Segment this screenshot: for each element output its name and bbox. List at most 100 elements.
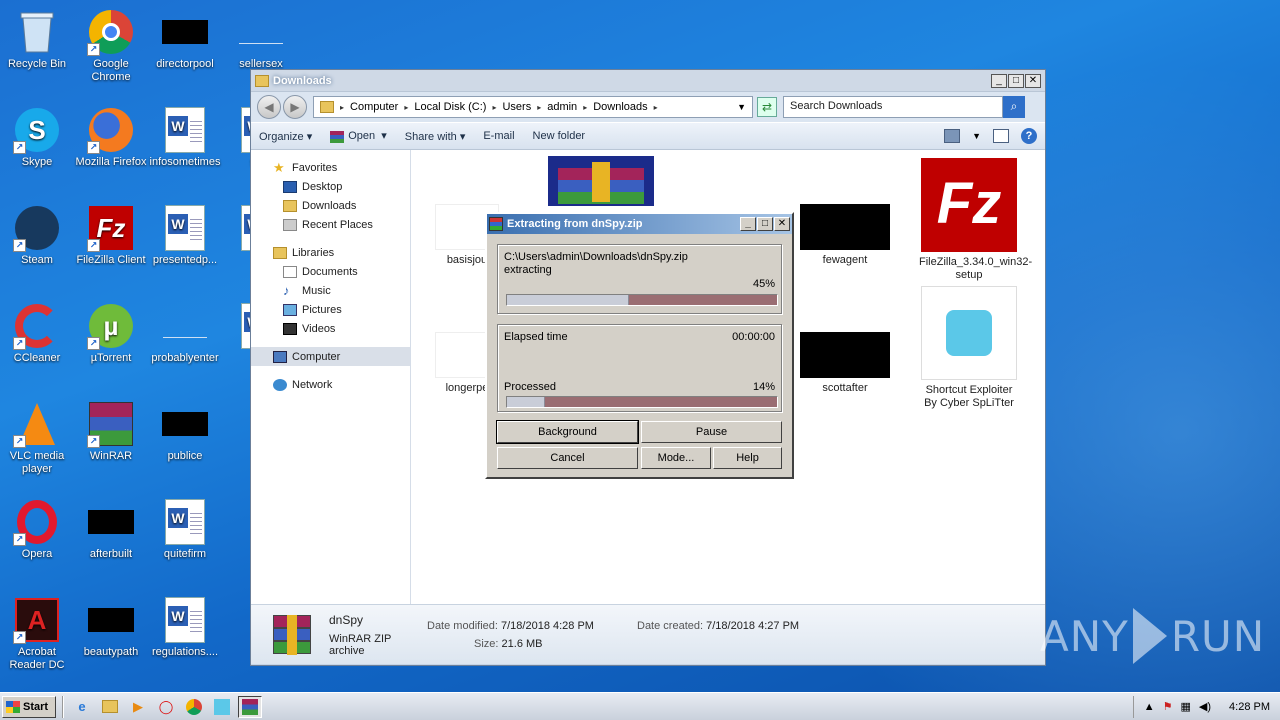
file-item-shortcut-exploiter[interactable]: Shortcut Exploiter By Cyber SpLiTter <box>919 286 1019 410</box>
processed-progress-bar <box>506 396 778 408</box>
desktop-icon-afterbuilt[interactable]: afterbuilt <box>74 498 148 561</box>
desktop-icon-steam[interactable]: ↗ Steam <box>0 204 74 267</box>
desktop-icon-directorpool[interactable]: directorpool <box>148 8 222 71</box>
file-icon <box>161 302 209 350</box>
refresh-button[interactable]: ⇄ <box>757 97 777 117</box>
dialog-titlebar[interactable]: Extracting from dnSpy.zip _ □ ✕ <box>487 214 792 234</box>
help-button[interactable]: Help <box>713 447 782 469</box>
email-button[interactable]: E-mail <box>483 130 514 142</box>
pictures-icon <box>283 303 297 316</box>
desktop-icon-acrobat[interactable]: A ↗ Acrobat Reader DC <box>0 596 74 672</box>
chevron-right-icon: ▸ <box>653 102 658 112</box>
help-icon[interactable]: ? <box>1021 128 1037 144</box>
file-item-filezilla-setup[interactable]: Fz FileZilla_3.34.0_win32-setup <box>919 158 1032 282</box>
desktop-icon-opera[interactable]: ↗ Opera <box>0 498 74 561</box>
desktop-icon-quitefirm[interactable]: quitefirm <box>148 498 222 561</box>
chrome-taskbar-icon[interactable] <box>182 696 206 718</box>
forward-button[interactable]: ▶ <box>283 95 307 119</box>
play-icon <box>1132 608 1167 664</box>
nav-network[interactable]: Network <box>251 375 410 394</box>
winrar-taskbar-icon[interactable] <box>238 695 262 718</box>
minimize-button[interactable]: _ <box>740 217 756 231</box>
search-icon[interactable]: ⌕ <box>1003 96 1025 118</box>
address-bar[interactable]: ▸ Computer ▸ Local Disk (C:) ▸ Users ▸ a… <box>313 96 753 118</box>
breadcrumb-computer[interactable]: Computer <box>350 101 398 113</box>
desktop-icon-beautypath[interactable]: beautypath <box>74 596 148 659</box>
desktop-icon-skype[interactable]: S ↗ Skype <box>0 106 74 169</box>
desktop-icon-firefox[interactable]: ↗ Mozilla Firefox <box>74 106 148 169</box>
chevron-down-icon[interactable]: ▼ <box>972 131 981 141</box>
nav-favorites[interactable]: ★ Favorites <box>251 158 410 177</box>
desktop-icon-recycle-bin[interactable]: Recycle Bin <box>0 8 74 71</box>
nav-pictures[interactable]: Pictures <box>251 300 410 319</box>
breadcrumb-downloads[interactable]: Downloads <box>593 101 647 113</box>
desktop-icon-regulations[interactable]: regulations.... <box>148 596 222 659</box>
nav-videos[interactable]: Videos <box>251 319 410 338</box>
explorer-folder-icon[interactable] <box>98 696 122 718</box>
elapsed-time-label: Elapsed time <box>504 331 568 343</box>
current-action: extracting <box>504 264 552 276</box>
maximize-button[interactable]: □ <box>1008 73 1024 88</box>
nav-desktop[interactable]: Desktop <box>251 177 410 196</box>
desktop-icon-chrome[interactable]: ↗ Google Chrome <box>74 8 148 84</box>
search-input[interactable]: Search Downloads <box>783 96 1003 118</box>
selected-file-type: WinRAR ZIP archive <box>329 632 392 657</box>
open-button[interactable]: Open ▾ <box>330 129 387 143</box>
close-button[interactable]: ✕ <box>1025 73 1041 88</box>
new-folder-button[interactable]: New folder <box>533 130 586 142</box>
desktop-icon-publice[interactable]: publice <box>148 400 222 463</box>
file-progress-group: C:\Users\admin\Downloads\dnSpy.zip extra… <box>497 244 782 314</box>
organize-button[interactable]: Organize ▾ <box>259 130 312 143</box>
nav-computer[interactable]: Computer <box>251 347 410 366</box>
desktop-icon-infosometimes[interactable]: infosometimes <box>148 106 222 169</box>
mode-button[interactable]: Mode... <box>641 447 711 469</box>
explorer-titlebar[interactable]: Downloads _ □ ✕ <box>251 70 1045 92</box>
file-item-fewagent[interactable]: fewagent <box>795 204 895 267</box>
breadcrumb-local-disk[interactable]: Local Disk (C:) <box>414 101 486 113</box>
chevron-down-icon[interactable]: ▼ <box>737 102 746 112</box>
desktop-icon-filezilla[interactable]: Fz ↗ FileZilla Client <box>74 204 148 267</box>
maximize-button[interactable]: □ <box>757 217 773 231</box>
file-thumbnail <box>88 510 134 534</box>
nav-recent-places[interactable]: Recent Places <box>251 215 410 234</box>
file-item-scottafter[interactable]: scottafter <box>795 332 895 395</box>
minimize-button[interactable]: _ <box>991 73 1007 88</box>
network-tray-icon[interactable]: ▦ <box>1181 700 1191 713</box>
close-button[interactable]: ✕ <box>774 217 790 231</box>
breadcrumb-users[interactable]: Users <box>502 101 531 113</box>
preview-pane-icon[interactable] <box>993 129 1009 143</box>
back-button[interactable]: ◀ <box>257 95 281 119</box>
taskbar: Start e ▶ ◯ ▲ ⚑ ▦ ◀) 4:28 PM <box>0 692 1280 720</box>
nav-libraries[interactable]: Libraries <box>251 243 410 262</box>
desktop-icon-sellersex[interactable]: sellersex <box>224 8 298 71</box>
action-center-icon[interactable]: ⚑ <box>1163 700 1173 713</box>
opera-taskbar-icon[interactable]: ◯ <box>154 696 178 718</box>
shortcut-exploiter-taskbar-icon[interactable] <box>210 696 234 718</box>
desktop-icon-utorrent[interactable]: µ ↗ µTorrent <box>74 302 148 365</box>
nav-music[interactable]: ♪ Music <box>251 281 410 300</box>
share-with-button[interactable]: Share with ▾ <box>405 130 466 143</box>
desktop-icon-presentedp[interactable]: presentedp... <box>148 204 222 267</box>
music-icon: ♪ <box>283 282 290 298</box>
show-hidden-icons-icon[interactable]: ▲ <box>1144 701 1155 713</box>
clock[interactable]: 4:28 PM <box>1229 701 1270 713</box>
media-player-icon[interactable]: ▶ <box>126 696 150 718</box>
start-button[interactable]: Start <box>2 695 56 718</box>
desktop-icon-vlc[interactable]: ↗ VLC media player <box>0 400 74 476</box>
change-view-icon[interactable] <box>944 129 961 143</box>
nav-documents[interactable]: Documents <box>251 262 410 281</box>
nav-downloads[interactable]: Downloads <box>251 196 410 215</box>
volume-icon[interactable]: ◀) <box>1199 700 1211 713</box>
skype-icon: S ↗ <box>13 106 61 154</box>
winrar-archive-icon <box>269 614 315 655</box>
internet-explorer-icon[interactable]: e <box>70 696 94 718</box>
breadcrumb-admin[interactable]: admin <box>547 101 577 113</box>
pause-button[interactable]: Pause <box>641 421 782 443</box>
cancel-button[interactable]: Cancel <box>497 447 638 469</box>
desktop-icon-probablyenter[interactable]: probablyenter <box>148 302 222 365</box>
chrome-icon: ↗ <box>87 8 135 56</box>
background-button[interactable]: Background <box>496 420 639 444</box>
desktop-icon-ccleaner[interactable]: ↗ CCleaner <box>0 302 74 365</box>
winrar-icon: ↗ <box>87 400 135 448</box>
desktop-icon-winrar[interactable]: ↗ WinRAR <box>74 400 148 463</box>
